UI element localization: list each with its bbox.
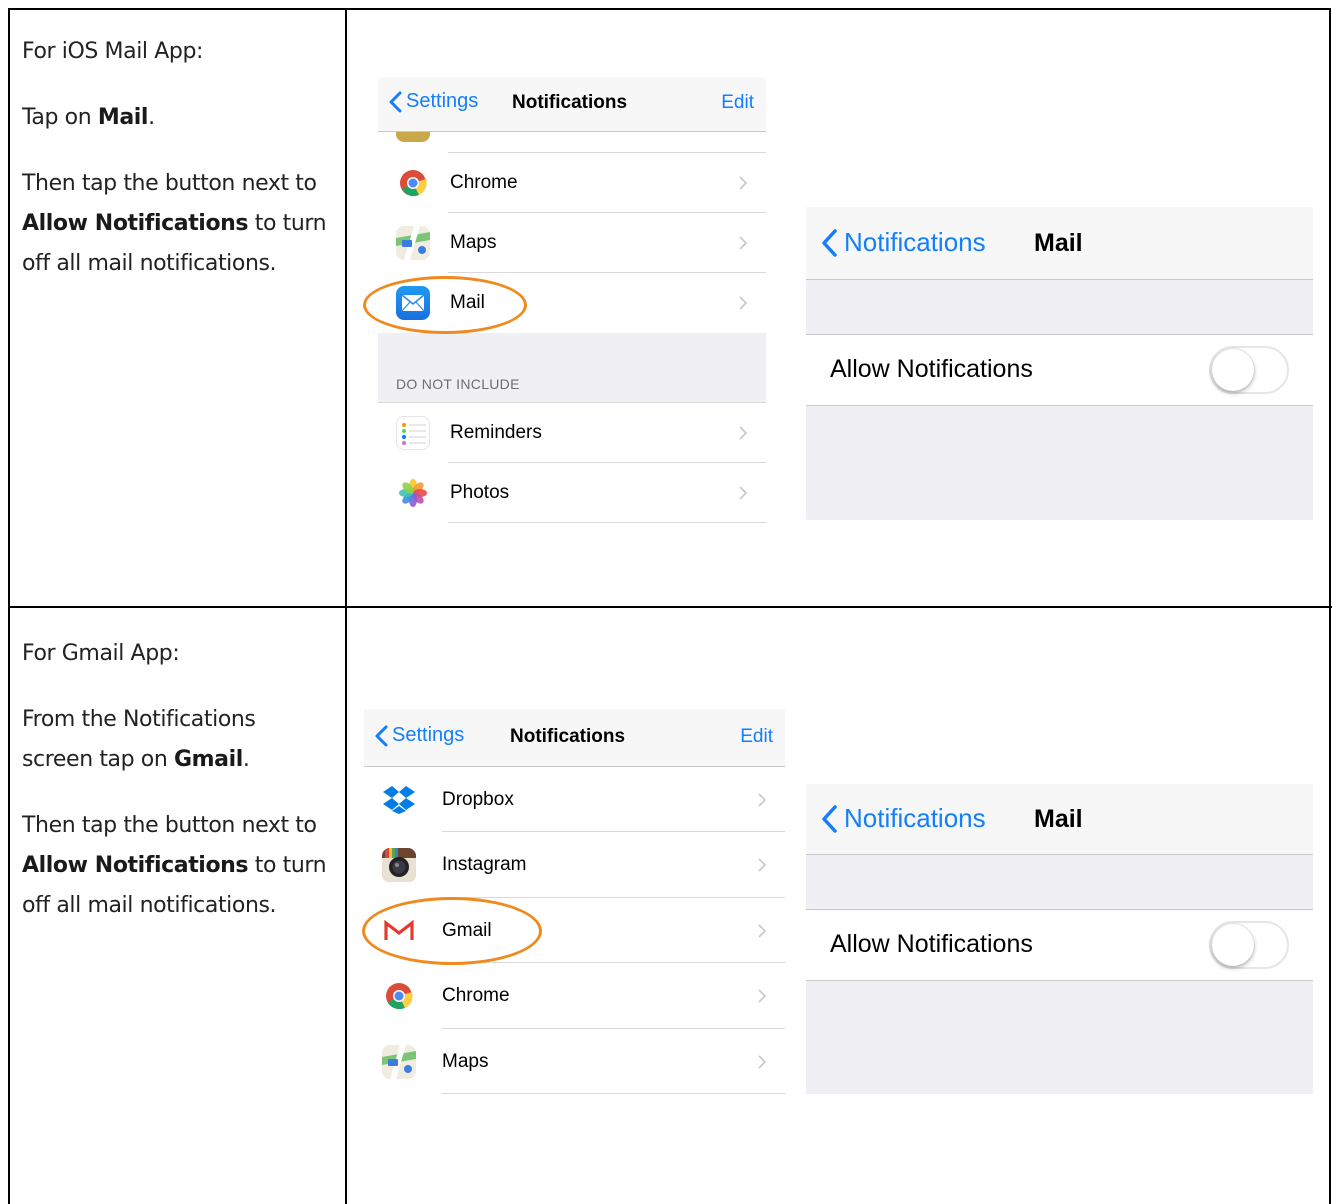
list-item-label: Instagram bbox=[442, 854, 527, 875]
instagram-icon bbox=[382, 848, 416, 882]
list-item-instagram[interactable]: Instagram bbox=[364, 832, 785, 898]
chevron-right-icon bbox=[739, 486, 748, 500]
chevron-right-icon bbox=[758, 989, 767, 1003]
chevron-right-icon bbox=[739, 236, 748, 250]
list-item-reminders[interactable]: Reminders bbox=[378, 403, 766, 463]
chevron-right-icon bbox=[758, 792, 767, 807]
list-item-dropbox[interactable]: Dropbox bbox=[364, 767, 785, 832]
nav-bar: Settings Notifications Edit bbox=[378, 77, 766, 132]
allow-notifications-toggle[interactable] bbox=[1209, 346, 1289, 394]
instructions-gmail: For Gmail App: From the Notifications sc… bbox=[22, 634, 332, 952]
instruction-heading: For iOS Mail App: bbox=[22, 39, 204, 64]
toggle-knob bbox=[1212, 349, 1254, 391]
list-item-photos[interactable]: Photos bbox=[378, 463, 766, 523]
nav-bar: Notifications Mail bbox=[806, 784, 1313, 855]
back-button[interactable]: Notifications bbox=[820, 803, 986, 834]
chevron-left-icon bbox=[822, 804, 837, 833]
section-header: DO NOT INCLUDE bbox=[396, 376, 520, 392]
nav-title: Notifications bbox=[510, 726, 626, 747]
list-item-label: Maps bbox=[442, 1050, 489, 1072]
table-row-divider bbox=[8, 606, 1332, 608]
toggle-knob bbox=[1212, 924, 1254, 966]
photos-icon bbox=[396, 476, 430, 510]
maps-icon bbox=[396, 226, 430, 260]
instruction-step: From the Notifications screen tap on Gma… bbox=[22, 707, 256, 772]
edit-button[interactable]: Edit bbox=[721, 92, 754, 114]
chevron-right-icon bbox=[739, 426, 748, 440]
list-item-label: Reminders bbox=[450, 422, 542, 443]
app-icon-partial bbox=[396, 132, 430, 142]
setting-label: Allow Notifications bbox=[830, 930, 1033, 958]
list-item-label: Photos bbox=[450, 482, 510, 503]
mail-detail-screen: Notifications Mail Allow Notifications bbox=[806, 207, 1313, 520]
nav-title: Mail bbox=[1034, 805, 1083, 833]
list-item-chrome[interactable]: Chrome bbox=[364, 963, 785, 1029]
allow-notifications-row: Allow Notifications bbox=[806, 334, 1313, 406]
list-item-chrome[interactable]: Chrome bbox=[378, 153, 766, 213]
back-label: Settings bbox=[392, 724, 465, 746]
allow-notifications-toggle[interactable] bbox=[1209, 921, 1289, 969]
section-gap: DO NOT INCLUDE bbox=[378, 333, 766, 403]
back-button[interactable]: Notifications bbox=[820, 227, 986, 258]
instruction-step: Then tap the button next to Allow Notifi… bbox=[22, 813, 327, 918]
chrome-icon bbox=[396, 166, 430, 200]
chevron-right-icon bbox=[758, 923, 767, 938]
list-item-maps[interactable]: Maps bbox=[364, 1029, 785, 1094]
instructions-ios-mail: For iOS Mail App: Tap on Mail. Then tap … bbox=[22, 32, 332, 310]
back-button[interactable]: Settings bbox=[374, 724, 464, 747]
back-button[interactable]: Settings bbox=[388, 90, 478, 113]
reminders-icon bbox=[396, 416, 430, 450]
allow-notifications-row: Allow Notifications bbox=[806, 909, 1313, 981]
nav-bar: Notifications Mail bbox=[806, 207, 1313, 280]
dropbox-icon bbox=[382, 783, 416, 817]
instruction-step: Then tap the button next to Allow Notifi… bbox=[22, 171, 327, 276]
chevron-right-icon bbox=[739, 176, 748, 190]
setting-label: Allow Notifications bbox=[830, 355, 1033, 383]
list-item-label: Dropbox bbox=[442, 788, 514, 810]
chrome-icon bbox=[382, 979, 416, 1013]
back-label: Settings bbox=[406, 90, 479, 112]
chevron-left-icon bbox=[375, 725, 388, 746]
maps-icon bbox=[382, 1044, 416, 1079]
chevron-right-icon bbox=[758, 858, 767, 872]
nav-bar: Settings Notifications Edit bbox=[364, 709, 785, 767]
nav-title: Mail bbox=[1034, 229, 1083, 257]
list-item-label: Chrome bbox=[442, 985, 510, 1006]
highlight-circle bbox=[363, 276, 527, 334]
chevron-left-icon bbox=[389, 91, 402, 112]
edit-button[interactable]: Edit bbox=[740, 726, 773, 748]
mail-detail-screen: Notifications Mail Allow Notifications bbox=[806, 784, 1313, 1094]
chevron-left-icon bbox=[822, 228, 837, 257]
highlight-circle bbox=[362, 897, 542, 965]
chevron-right-icon bbox=[758, 1054, 767, 1069]
chevron-right-icon bbox=[739, 296, 748, 310]
instruction-step: Tap on Mail. bbox=[22, 105, 155, 130]
instruction-heading: For Gmail App: bbox=[22, 641, 180, 666]
list-item-maps[interactable]: Maps bbox=[378, 213, 766, 273]
nav-title: Notifications bbox=[512, 92, 628, 113]
back-label: Notifications bbox=[844, 227, 986, 257]
back-label: Notifications bbox=[844, 803, 986, 833]
list-item-label: Maps bbox=[450, 232, 497, 253]
list-item-label: Chrome bbox=[450, 172, 518, 193]
